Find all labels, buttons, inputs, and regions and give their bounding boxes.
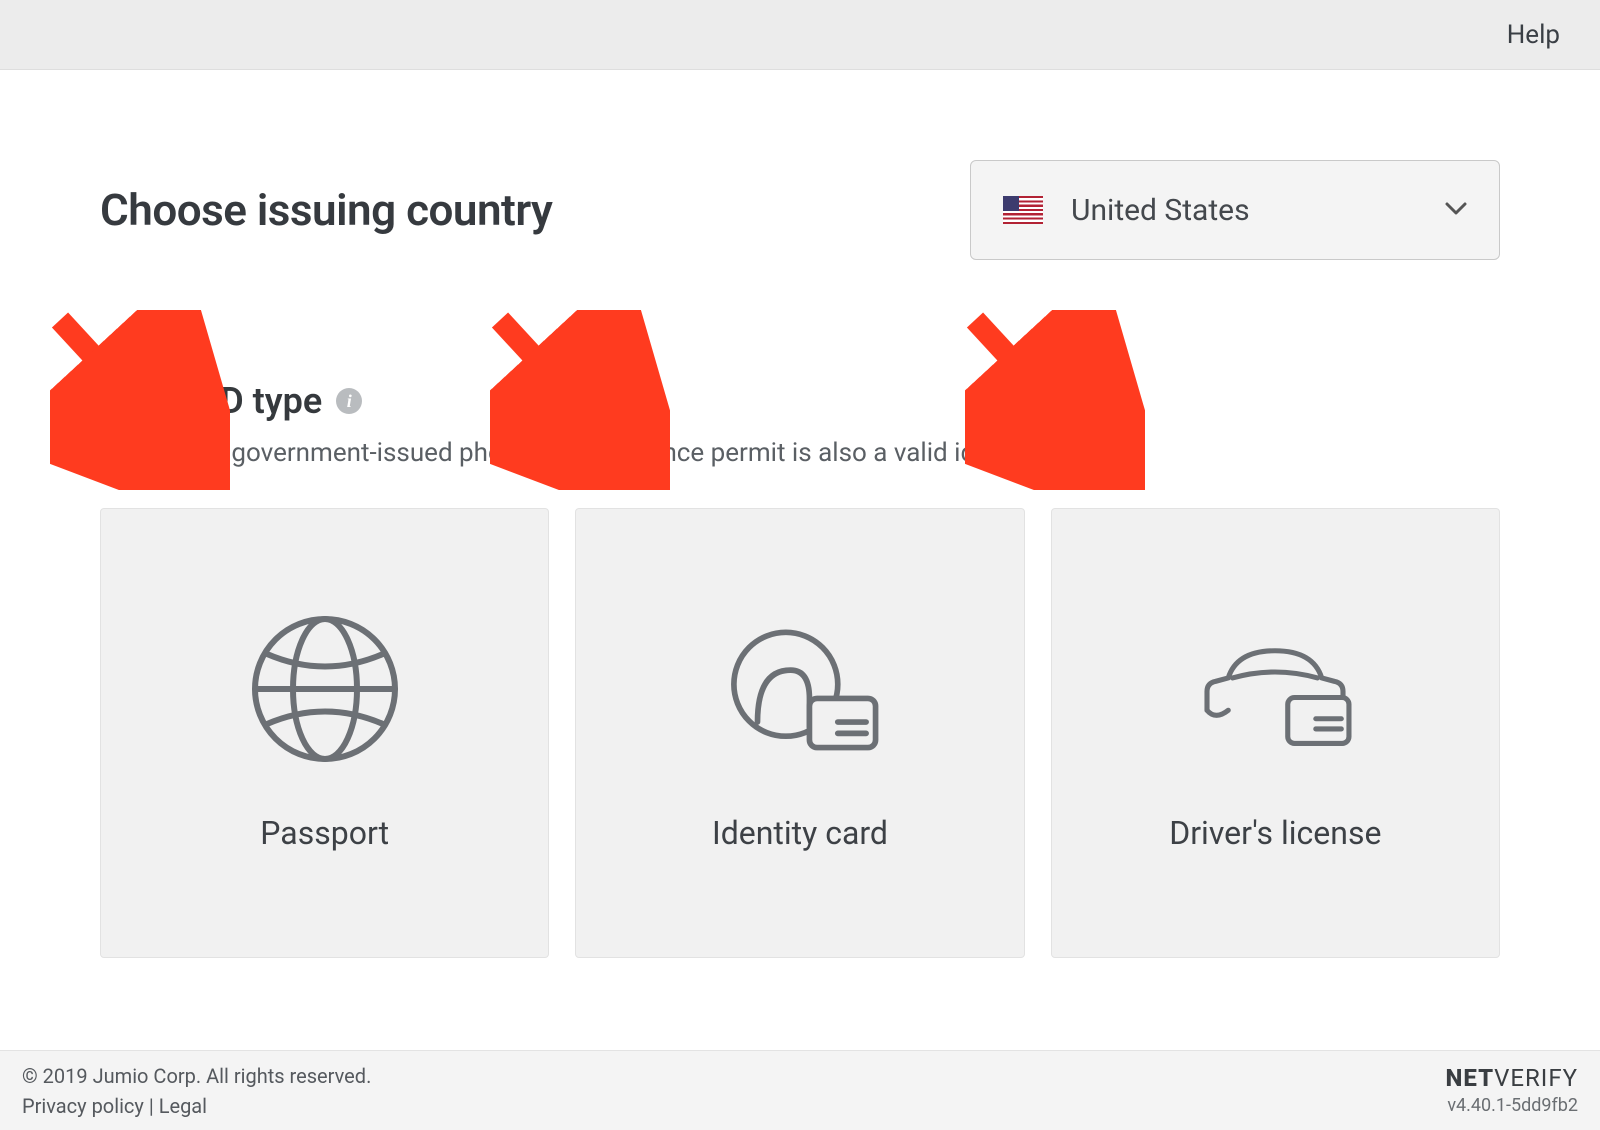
globe-icon: [240, 614, 410, 764]
card-drivers-license[interactable]: Driver's license: [1051, 508, 1500, 958]
country-dropdown[interactable]: United States: [970, 160, 1500, 260]
card-passport-label: Passport: [260, 814, 389, 852]
info-icon[interactable]: i: [336, 388, 362, 414]
version-label: v4.40.1-5dd9fb2: [1445, 1094, 1578, 1117]
footer-sep: |: [144, 1094, 159, 1118]
country-row: Choose issuing country United States: [100, 160, 1500, 260]
id-type-heading-row: Select ID type i: [100, 380, 1500, 422]
select-id-type-heading: Select ID type: [100, 380, 322, 422]
car-card-icon: [1190, 614, 1360, 764]
copyright-text: © 2019 Jumio Corp. All rights reserved.: [22, 1061, 371, 1091]
card-identity-label: Identity card: [712, 814, 888, 852]
flag-us-icon: [1003, 196, 1043, 224]
chevron-down-icon: [1445, 201, 1467, 220]
choose-country-heading: Choose issuing country: [100, 184, 552, 236]
footer: © 2019 Jumio Corp. All rights reserved. …: [0, 1050, 1600, 1130]
brand-label: NETVERIFY: [1445, 1063, 1578, 1094]
privacy-policy-link[interactable]: Privacy policy: [22, 1094, 144, 1118]
card-passport[interactable]: Passport: [100, 508, 549, 958]
legal-link[interactable]: Legal: [159, 1094, 207, 1118]
footer-left: © 2019 Jumio Corp. All rights reserved. …: [22, 1061, 371, 1121]
card-drivers-license-label: Driver's license: [1169, 814, 1381, 852]
footer-right: NETVERIFY v4.40.1-5dd9fb2: [1445, 1063, 1578, 1118]
country-selected-label: United States: [1071, 193, 1417, 228]
card-identity-card[interactable]: Identity card: [575, 508, 1024, 958]
id-type-cards: Passport Identity card: [100, 508, 1500, 958]
id-card-icon: [715, 614, 885, 764]
id-type-description: Use a valid government-issued photo ID. …: [100, 438, 1500, 468]
top-bar: Help: [0, 0, 1600, 70]
main-content: Choose issuing country United States Sel…: [0, 70, 1600, 958]
help-link[interactable]: Help: [1507, 20, 1560, 50]
